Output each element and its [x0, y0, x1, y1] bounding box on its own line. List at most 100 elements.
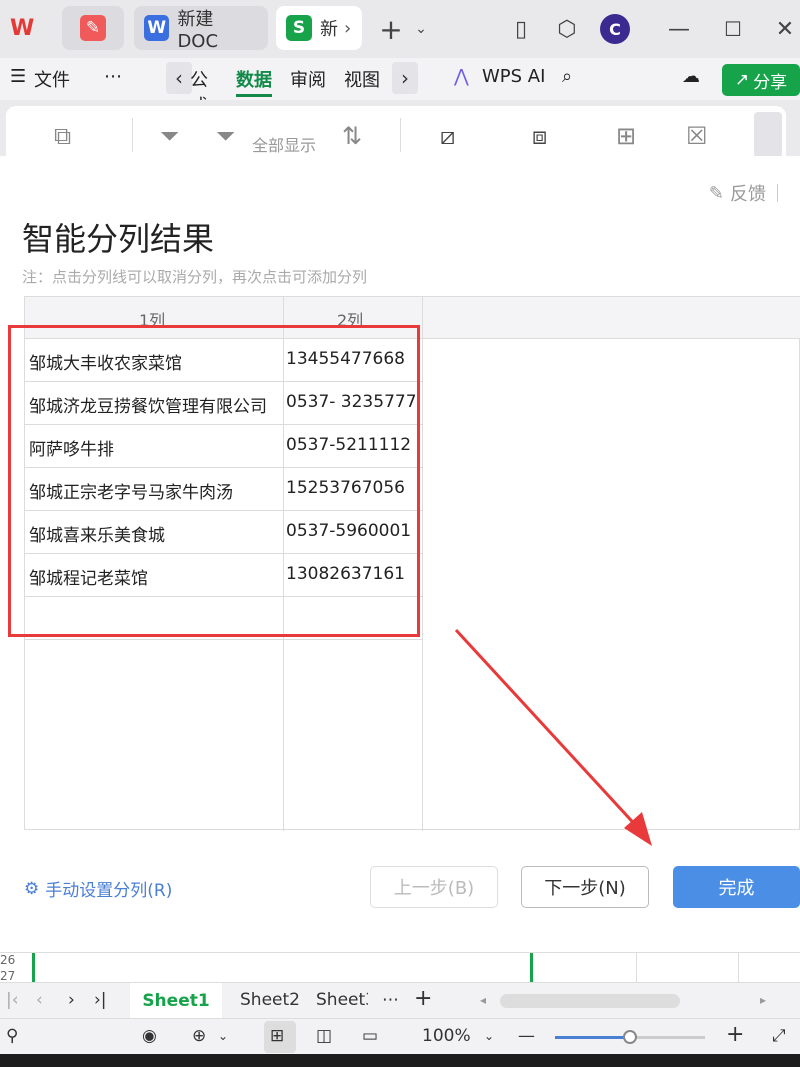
split-preview-grid: 1列 2列 邹城大丰收农家菜馆 13455477668 邹城济龙豆捞餐饮管理有限…: [24, 296, 800, 831]
wps-home-tab[interactable]: W: [0, 6, 48, 50]
chevron-down-icon[interactable]: ⌄: [218, 1029, 228, 1043]
zoom-slider-fill: [555, 1036, 630, 1039]
show-all-label[interactable]: 全部显示: [252, 132, 316, 156]
chevron-right-icon[interactable]: ›: [344, 18, 351, 39]
sheet-tab-1[interactable]: Sheet1: [130, 983, 222, 1019]
writer-icon: W: [144, 15, 170, 41]
duplicates-icon[interactable]: ⧈: [532, 122, 547, 150]
menu-view[interactable]: 视图: [344, 66, 380, 92]
tab-bar: W ✎ W 新建 DOC S 新 › + ⌄ ▯ ⬡ C — ☐ ✕: [0, 0, 800, 58]
sheet-tab-2[interactable]: Sheet2: [240, 990, 300, 1010]
sheet-grid-strip: 26 27: [0, 952, 800, 983]
edit-icon: ✎: [708, 182, 724, 204]
add-sheet-icon[interactable]: +: [414, 986, 432, 1011]
sort-icon[interactable]: ⇅: [342, 122, 362, 150]
share-label: 分享: [753, 72, 788, 93]
cloud-icon[interactable]: ☁: [682, 66, 700, 87]
menu-more[interactable]: ⋯: [104, 66, 122, 87]
zoom-out-icon[interactable]: —: [518, 1026, 535, 1046]
finish-button[interactable]: 完成: [673, 866, 800, 908]
cell-phone: 0537-5211112: [286, 435, 412, 455]
dialog-title: 智能分列结果: [22, 220, 215, 258]
first-sheet-icon[interactable]: |‹: [6, 990, 19, 1010]
sheet-tabs-bar: |‹ ‹ › ›| Sheet1 Sheet2 Sheet3 ⋯ + ◂ ▸: [0, 982, 800, 1019]
wps-ai-icon: ⋀: [454, 66, 469, 87]
maximize-icon[interactable]: ☐: [718, 14, 748, 44]
chevron-down-icon[interactable]: ⌄: [406, 14, 436, 44]
toolbar-scroll[interactable]: [754, 112, 782, 158]
cube-icon[interactable]: ⬡: [552, 14, 582, 44]
next-step-button[interactable]: 下一步(N): [521, 866, 649, 908]
row-number: 26: [0, 953, 16, 967]
split-column-icon[interactable]: ⊞: [616, 122, 636, 150]
fullscreen-icon[interactable]: ⤢: [772, 1026, 786, 1046]
sheet-tab[interactable]: S 新 ›: [276, 6, 362, 50]
next-sheet-icon[interactable]: ›: [68, 990, 75, 1010]
feedback-label: 反馈: [730, 184, 766, 205]
page-break-icon[interactable]: ▭: [362, 1026, 378, 1046]
more-sheets-icon[interactable]: ⋯: [382, 990, 399, 1010]
status-bar: ⚲ ◉ ⊕ ⌄ ⊞ ◫ ▭ 100% ⌄ — + ⤢: [0, 1018, 800, 1054]
horizontal-scrollbar[interactable]: [500, 994, 680, 1008]
manual-split-link[interactable]: ⚙ 手动设置分列(R): [24, 876, 172, 902]
table-row: 邹城喜来乐美食城 0537-5960001: [25, 511, 422, 554]
navigate-icon[interactable]: ⊕: [192, 1026, 206, 1046]
close-icon[interactable]: ✕: [770, 14, 800, 44]
menu-scroll-left-icon[interactable]: ‹: [166, 62, 192, 94]
cell-name: 邹城喜来乐美食城: [29, 526, 165, 546]
eye-protection-icon[interactable]: ◉: [142, 1026, 157, 1046]
menu-scroll-right-icon[interactable]: ›: [392, 62, 418, 94]
last-sheet-icon[interactable]: ›|: [94, 990, 107, 1010]
toolbar-divider: [400, 118, 401, 152]
filter-icon[interactable]: ⏷: [160, 122, 179, 150]
normal-view-icon: ⊞: [270, 1026, 285, 1046]
spreadsheet-icon: S: [286, 15, 312, 41]
minimize-icon[interactable]: —: [664, 14, 694, 44]
hamburger-icon[interactable]: ☰: [10, 66, 26, 87]
column-header-1[interactable]: 1列: [139, 307, 165, 331]
table-row: 邹城正宗老字号马家牛肉汤 15253767056: [25, 468, 422, 511]
cell-name: 阿萨哆牛排: [29, 440, 114, 460]
new-tab-icon[interactable]: +: [376, 13, 406, 46]
avatar[interactable]: C: [600, 14, 630, 44]
zoom-level[interactable]: 100%: [422, 1026, 471, 1046]
pivot-table-icon[interactable]: ⧉: [54, 122, 71, 150]
cell-phone: 13455477668: [286, 349, 405, 369]
gear-icon: ⚙: [24, 878, 40, 899]
cell-name: 邹城大丰收农家菜馆: [29, 354, 182, 374]
menu-wps-ai[interactable]: WPS AI: [482, 66, 545, 87]
search-icon[interactable]: ⌕: [562, 66, 572, 87]
prev-sheet-icon[interactable]: ‹: [36, 990, 43, 1010]
selection-border: [530, 953, 533, 983]
zoom-in-icon[interactable]: +: [726, 1022, 744, 1047]
wps-logo-icon: W: [10, 15, 35, 41]
doc-tab[interactable]: W 新建 DOC: [134, 6, 268, 52]
page-layout-icon[interactable]: ◫: [316, 1026, 332, 1046]
column-header-2[interactable]: 2列: [337, 307, 363, 331]
feedback-link[interactable]: ✎ 反馈: [709, 180, 766, 206]
active-menu-indicator: [236, 94, 272, 97]
share-button[interactable]: ↗ 分享: [722, 64, 800, 96]
menu-data[interactable]: 数据: [236, 66, 272, 92]
cell-gridline: [636, 953, 637, 983]
validation-icon[interactable]: ☒: [686, 122, 708, 150]
pdf-tab[interactable]: ✎: [62, 6, 124, 50]
chevron-down-icon[interactable]: ⌄: [484, 1029, 494, 1043]
zoom-slider-handle[interactable]: [623, 1030, 637, 1044]
cell-name: 邹城正宗老字号马家牛肉汤: [29, 483, 233, 503]
window-layout-icon[interactable]: ▯: [506, 14, 536, 44]
prev-step-button[interactable]: 上一步(B): [370, 866, 498, 908]
menu-file[interactable]: 文件: [34, 66, 70, 92]
menu-review[interactable]: 审阅: [290, 66, 326, 92]
highlight-duplicates-icon[interactable]: ⧄: [440, 122, 455, 150]
macro-icon[interactable]: ⚲: [6, 1026, 18, 1046]
split-line[interactable]: [422, 297, 423, 831]
scroll-left-icon[interactable]: ◂: [480, 993, 486, 1007]
cell-phone: 13082637161: [286, 564, 405, 584]
sheet-tab-3[interactable]: Sheet3: [316, 990, 368, 1010]
cell-phone: 15253767056: [286, 478, 405, 498]
scroll-right-icon[interactable]: ▸: [760, 993, 766, 1007]
toolbar-divider: [132, 118, 133, 152]
table-row: 邹城大丰收农家菜馆 13455477668: [25, 339, 422, 382]
show-all-filter-icon[interactable]: ⏷: [216, 122, 235, 150]
